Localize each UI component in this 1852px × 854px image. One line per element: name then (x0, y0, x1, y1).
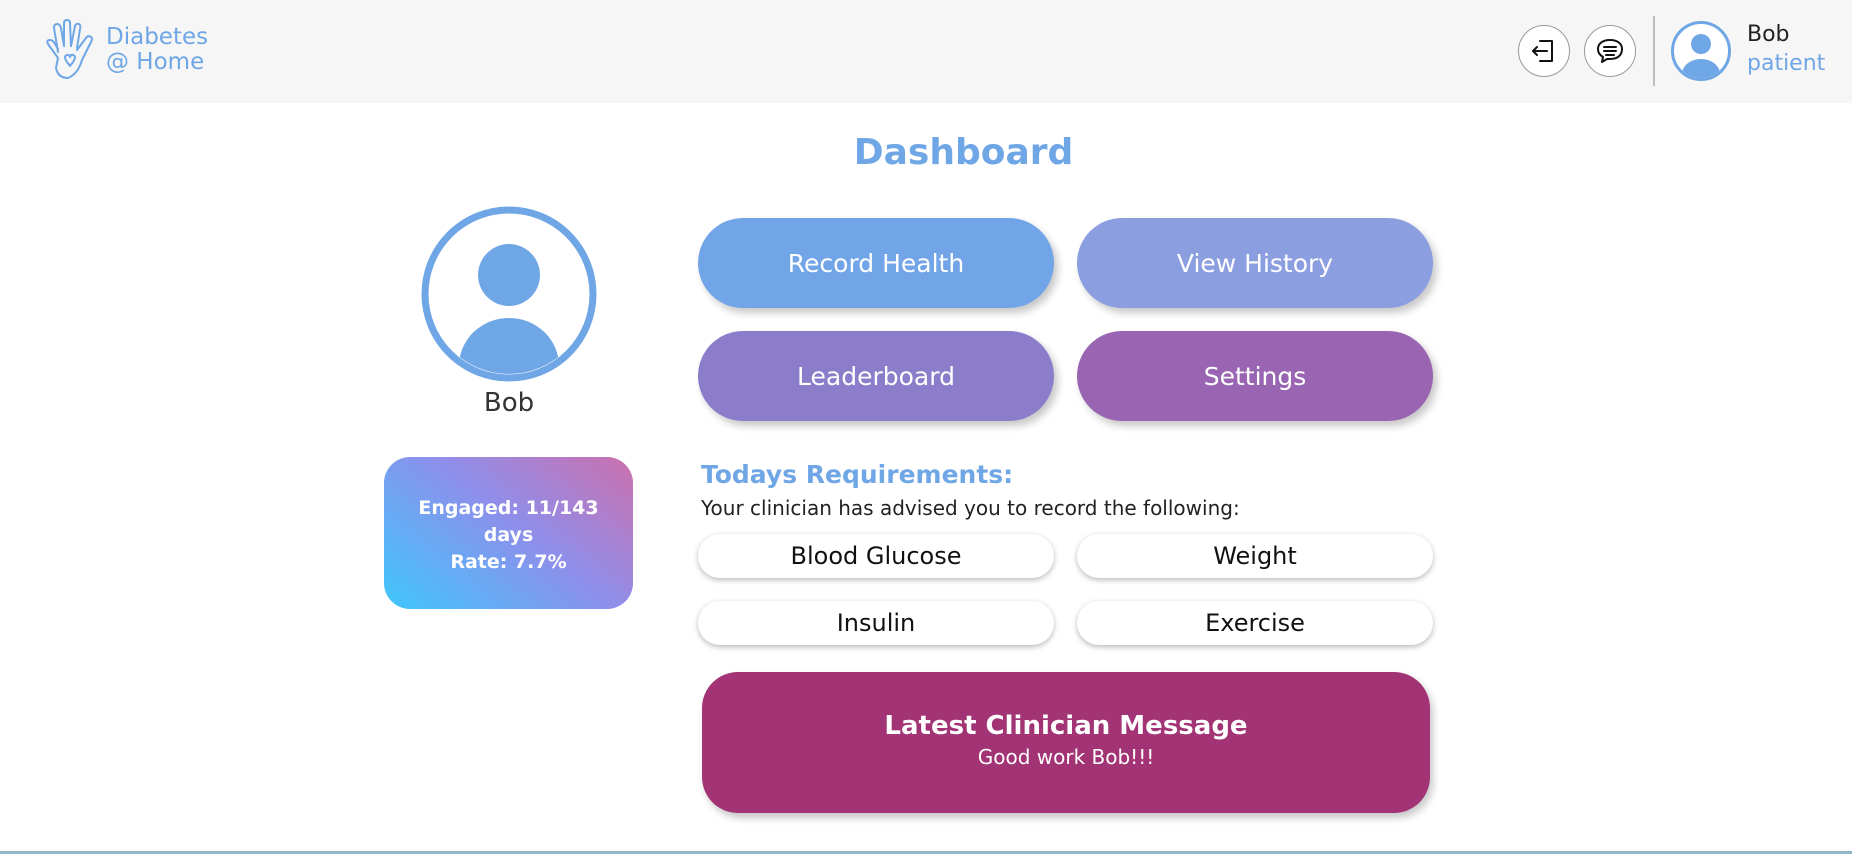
header-user-role: patient (1747, 51, 1826, 76)
requirement-weight: Weight (1077, 534, 1433, 578)
messages-button[interactable] (1584, 25, 1636, 77)
logo-line-2: @ Home (106, 49, 205, 75)
requirement-blood-glucose: Blood Glucose (698, 534, 1054, 578)
clinician-message-card: Latest Clinician Message Good work Bob!!… (702, 672, 1430, 813)
header-user-name: Bob (1747, 22, 1790, 47)
record-health-button[interactable]: Record Health (698, 218, 1054, 308)
hand-heart-icon (46, 19, 93, 79)
logo-text: Diabetes @ Home (106, 25, 208, 75)
logo-line-1: Diabetes (106, 24, 209, 50)
engaged-count: Engaged: 11/143 (418, 497, 599, 519)
leaderboard-button[interactable]: Leaderboard (698, 331, 1054, 421)
requirement-insulin: Insulin (698, 601, 1054, 645)
profile-name: Bob (483, 388, 535, 418)
user-avatar-icon[interactable] (1670, 20, 1732, 82)
engagement-rate: Rate: 7.7% (450, 551, 567, 573)
app-logo[interactable]: Diabetes @ Home (42, 18, 212, 82)
requirements-title: Todays Requirements: (701, 460, 1014, 489)
logout-button[interactable] (1518, 25, 1570, 77)
profile-avatar-icon (421, 206, 597, 382)
engaged-days: days (483, 524, 534, 546)
clinician-message-title: Latest Clinician Message (884, 711, 1248, 741)
engagement-card: Engaged: 11/143 days Rate: 7.7% (384, 457, 633, 609)
view-history-button[interactable]: View History (1077, 218, 1433, 308)
settings-button[interactable]: Settings (1077, 331, 1433, 421)
logout-icon (1532, 40, 1553, 62)
header-divider (1653, 16, 1655, 86)
clinician-message-text: Good work Bob!!! (977, 745, 1155, 769)
top-header: Diabetes @ Home Bob patient (0, 0, 1852, 103)
chat-bubble-icon (1597, 39, 1623, 63)
requirement-exercise: Exercise (1077, 601, 1433, 645)
requirements-subtitle: Your clinician has advised you to record… (701, 496, 1240, 520)
page-title-row: Dashboard (0, 132, 1852, 173)
page-title: Dashboard (853, 132, 1074, 173)
